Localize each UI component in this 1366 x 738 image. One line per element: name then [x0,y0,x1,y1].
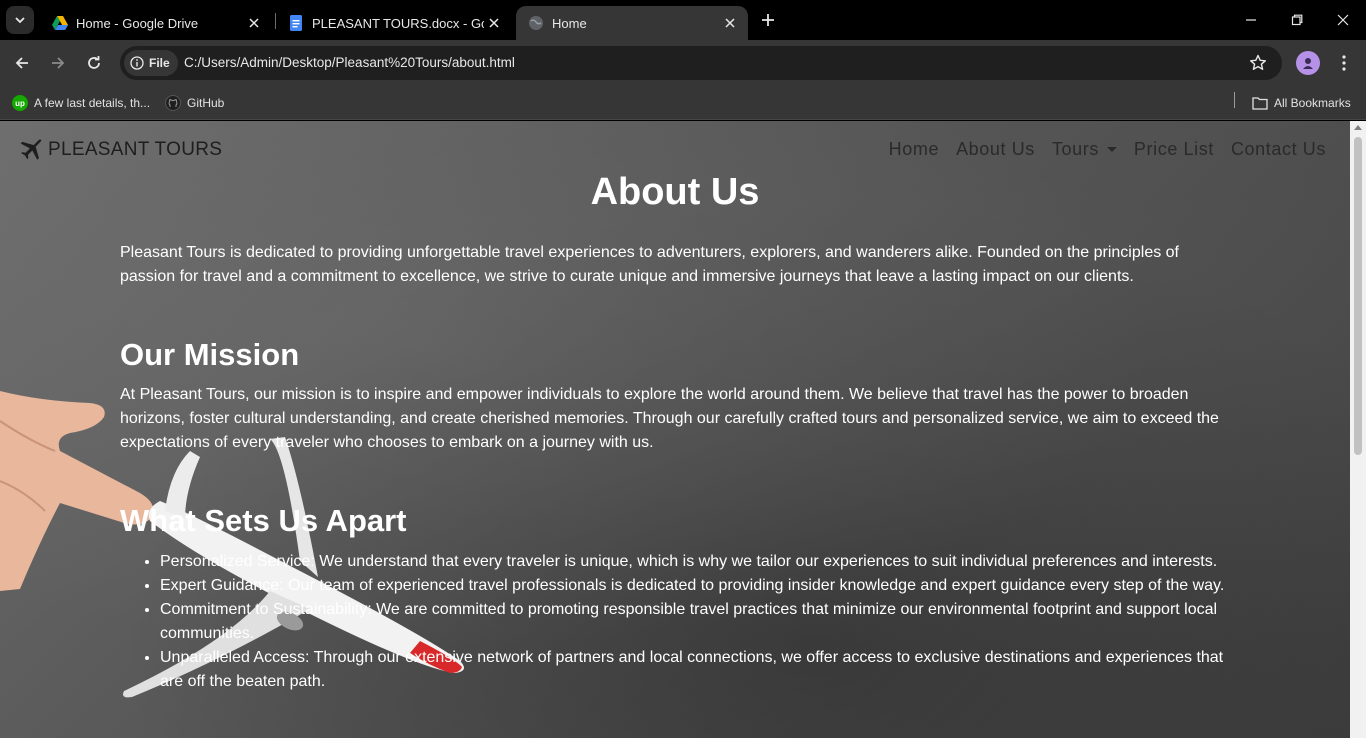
tab-title: Home [552,15,587,31]
tab-title: Home - Google Drive [76,15,199,31]
info-icon [130,56,144,70]
folder-icon [1252,95,1268,111]
new-tab-button[interactable] [756,8,780,32]
bookmarks-bar: up A few last details, th... GitHub All … [0,86,1366,120]
tab-pleasant-tours-doc[interactable]: PLEASANT TOURS.docx - Goog [276,6,512,40]
arrow-right-icon [52,57,65,69]
apart-heading: What Sets Us Apart [120,503,407,538]
close-window-button[interactable] [1320,0,1366,40]
list-item: Unparalleled Access: Through our extensi… [160,646,1235,694]
chevron-down-icon [15,17,25,24]
reload-button[interactable] [80,49,108,77]
scroll-up-arrow-icon[interactable] [1354,125,1362,130]
all-bookmarks-button[interactable]: All Bookmarks [1252,92,1351,114]
page-scrollbar[interactable] [1350,121,1366,738]
upwork-icon: up [12,95,28,111]
google-docs-icon [290,15,302,31]
close-icon [1337,14,1349,26]
bookmark-label: A few last details, th... [34,96,151,110]
forward-button[interactable] [44,49,72,77]
scrollbar-thumb[interactable] [1354,137,1362,455]
site-info-chip[interactable]: File [124,50,178,76]
apart-list: Personalized Service: We understand that… [160,550,1235,694]
github-icon [165,95,181,111]
bookmark-upwork[interactable]: up A few last details, th... [12,92,150,114]
mission-paragraph: At Pleasant Tours, our mission is to ins… [120,386,1219,451]
tab-search-button[interactable] [6,6,34,34]
tab-home[interactable]: Home [516,6,748,40]
nav-home[interactable]: Home [889,139,939,160]
address-bar[interactable]: File C:/Users/Admin/Desktop/Pleasant%20T… [120,46,1282,80]
minimize-icon [1246,19,1256,21]
restore-button[interactable] [1274,0,1320,40]
nav-tours-dropdown[interactable]: Tours [1052,139,1117,160]
arrow-left-icon [15,57,28,69]
intro-paragraph: Pleasant Tours is dedicated to providing… [120,244,1179,285]
brand-name: PLEASANT TOURS [48,139,223,160]
bookmark-github[interactable]: GitHub [165,92,224,114]
tab-title: PLEASANT TOURS.docx - Goog [312,15,484,31]
airplane-logo-icon [20,139,42,160]
site-chip-label: File [149,56,170,70]
plus-icon [762,14,774,26]
reload-icon [88,56,100,69]
bookmark-label: GitHub [187,96,225,110]
restore-icon [1291,14,1303,26]
nav-about-us[interactable]: About Us [956,139,1035,160]
url-text[interactable]: C:/Users/Admin/Desktop/Pleasant%20Tours/… [184,55,515,70]
minimize-button[interactable] [1228,0,1274,40]
site-brand[interactable]: PLEASANT TOURS [18,137,222,163]
tab-google-drive[interactable]: Home - Google Drive [40,6,272,40]
avatar-icon [1303,58,1313,69]
close-tab-icon[interactable] [720,13,740,33]
bookmarks-divider [1234,92,1235,108]
caret-down-icon [1106,147,1117,152]
list-item: Personalized Service: We understand that… [160,550,1235,574]
mission-heading: Our Mission [120,337,300,372]
bookmark-star-button[interactable] [1248,53,1268,73]
list-item: Commitment to Sustainability: We are com… [160,598,1235,646]
more-vert-icon [1342,55,1346,71]
all-bookmarks-label: All Bookmarks [1274,96,1351,110]
close-tab-icon[interactable] [484,13,504,33]
svg-text:up: up [15,99,25,108]
back-button[interactable] [8,49,36,77]
star-icon [1250,54,1266,70]
google-drive-icon [52,16,68,30]
browser-toolbar: File C:/Users/Admin/Desktop/Pleasant%20T… [0,40,1366,86]
nav-price-list[interactable]: Price List [1134,139,1214,160]
nav-tours-label: Tours [1051,139,1099,159]
close-tab-icon[interactable] [244,13,264,33]
globe-icon [529,16,543,30]
nav-contact-us[interactable]: Contact Us [1231,139,1326,160]
list-item: Expert Guidance: Our team of experienced… [160,574,1235,598]
page-viewport: PLEASANT TOURS Home About Us Tours Price… [0,121,1366,738]
page-title: About Us [590,171,760,213]
browser-menu-button[interactable] [1332,51,1356,75]
tab-strip: Home - Google Drive PLEASANT TOURS.docx … [0,0,1366,40]
profile-avatar[interactable] [1296,51,1320,75]
site-nav: Home About Us Tours Price List Contact U… [889,139,1326,160]
